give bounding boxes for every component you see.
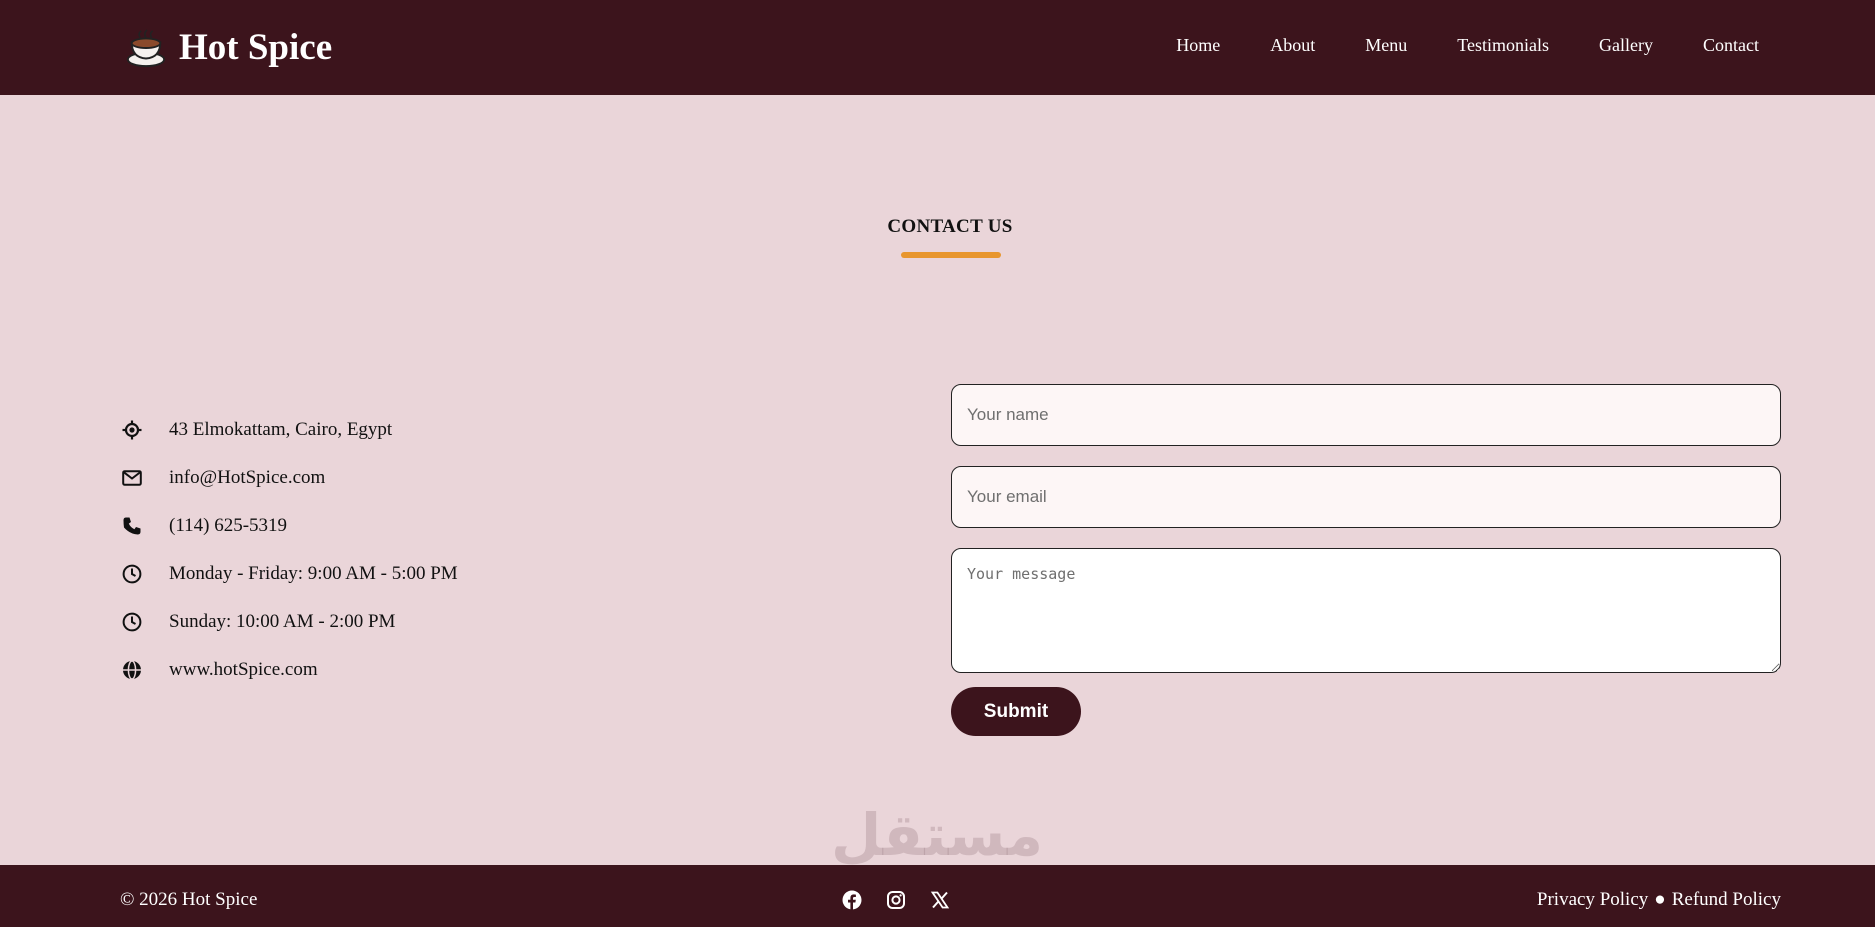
nav-about[interactable]: About <box>1270 35 1315 56</box>
website-text[interactable]: www.hotSpice.com <box>169 659 318 681</box>
watermark-arabic: مستقل <box>830 801 1044 869</box>
x-icon[interactable] <box>929 889 951 911</box>
nav-menu[interactable]: Menu <box>1365 35 1407 56</box>
main-nav: Home About Menu Testimonials Gallery Con… <box>1176 35 1759 56</box>
contact-info-item: www.hotSpice.com <box>121 646 458 694</box>
message-textarea[interactable] <box>951 548 1781 673</box>
envelope-icon <box>121 467 143 489</box>
email-text[interactable]: info@HotSpice.com <box>169 467 325 489</box>
contact-form: Submit <box>951 384 1781 736</box>
nav-testimonials[interactable]: Testimonials <box>1457 35 1549 56</box>
sunday-hours-text: Sunday: 10:00 AM - 2:00 PM <box>169 611 396 632</box>
submit-button[interactable]: Submit <box>951 687 1081 736</box>
contact-info-item: 43 Elmokattam, Cairo, Egypt <box>121 406 458 454</box>
contact-info-item: Sunday: 10:00 AM - 2:00 PM <box>121 598 458 646</box>
site-footer: © 2026 Hot Spice Privacy Policy ● Refund… <box>0 865 1875 927</box>
globe-icon <box>121 659 143 681</box>
location-icon <box>121 419 143 441</box>
brand-name: Hot Spice <box>179 27 333 68</box>
policy-links: Privacy Policy ● Refund Policy <box>1537 889 1781 911</box>
site-header: Hot Spice Home About Menu Testimonials G… <box>0 0 1875 95</box>
phone-icon <box>121 515 143 537</box>
contact-info-list: 43 Elmokattam, Cairo, Egypt info@HotSpic… <box>121 406 458 694</box>
name-input[interactable] <box>951 384 1781 446</box>
phone-text[interactable]: (114) 625-5319 <box>169 515 287 537</box>
contact-info-item: info@HotSpice.com <box>121 454 458 502</box>
contact-info-item: (114) 625-5319 <box>121 502 458 550</box>
contact-info-item: Monday - Friday: 9:00 AM - 5:00 PM <box>121 550 458 598</box>
copyright-text: © 2026 Hot Spice <box>120 889 258 910</box>
social-links <box>841 889 951 911</box>
refund-policy-link[interactable]: Refund Policy <box>1672 889 1781 911</box>
separator-dot: ● <box>1654 889 1666 910</box>
email-input[interactable] <box>951 466 1781 528</box>
coffee-cup-icon <box>126 29 166 68</box>
title-underline <box>901 252 1001 258</box>
address-text: 43 Elmokattam, Cairo, Egypt <box>169 419 393 440</box>
section-title: CONTACT US <box>887 216 1013 237</box>
privacy-policy-link[interactable]: Privacy Policy <box>1537 889 1648 911</box>
facebook-icon[interactable] <box>841 889 863 911</box>
nav-contact[interactable]: Contact <box>1703 35 1759 56</box>
nav-gallery[interactable]: Gallery <box>1599 35 1653 56</box>
clock-icon <box>121 563 143 585</box>
brand[interactable]: Hot Spice <box>125 26 332 70</box>
weekday-hours-text: Monday - Friday: 9:00 AM - 5:00 PM <box>169 563 458 584</box>
clock-icon <box>121 611 143 633</box>
nav-home[interactable]: Home <box>1176 35 1220 56</box>
instagram-icon[interactable] <box>885 889 907 911</box>
